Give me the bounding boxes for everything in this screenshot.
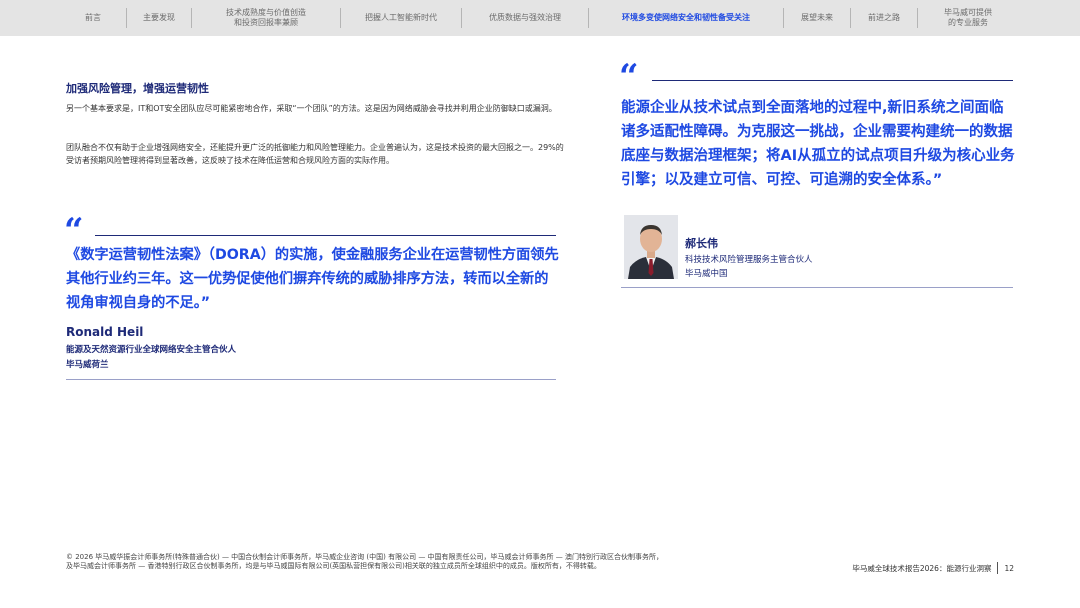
nav-tab-label: 把握人工智能新时代 xyxy=(365,13,437,22)
nav-tab-cybersecurity[interactable]: 环境多变使网络安全和韧性备受关注 xyxy=(589,0,783,36)
pull-quote: 能源企业从技术试点到全面落地的过程中,新旧系统之间面临诸多适配性障碍。为克服这一… xyxy=(621,100,1015,188)
quote-author-name: Ronald Heil xyxy=(66,325,144,339)
quote-divider xyxy=(652,80,1013,81)
quote-author-title: 科技技术风险管理服务主管合伙人 xyxy=(685,255,813,265)
quote-bottom-divider xyxy=(66,379,556,380)
copyright-notice: © 2026 毕马威华振会计师事务所(特殊普通合伙) — 中国合伙制会计师事务所… xyxy=(66,553,663,570)
footer-report-info: 毕马威全球技术报告2026：能源行业洞察 12 xyxy=(852,562,1014,574)
body-paragraph: 另一个基本要求是，IT和OT安全团队应尽可能紧密地合作，采取“一个团队”的方法。… xyxy=(66,104,557,113)
quote-author-org: 毕马威中国 xyxy=(685,269,728,279)
nav-tab-label: 环境多变使网络安全和韧性备受关注 xyxy=(622,13,750,22)
report-title: 毕马威全球技术报告2026：能源行业洞察 xyxy=(852,563,992,573)
author-portrait xyxy=(624,215,678,279)
nav-tab-outlook[interactable]: 展望未来 xyxy=(784,0,850,36)
nav-tab-way-forward[interactable]: 前进之路 xyxy=(851,0,917,36)
quote-bottom-divider xyxy=(621,287,1013,288)
quote-author-org: 毕马威荷兰 xyxy=(66,360,109,370)
nav-tab-key-findings[interactable]: 主要发现 xyxy=(127,0,191,36)
nav-tab-data-governance[interactable]: 优质数据与强效治理 xyxy=(462,0,588,36)
nav-tab-services[interactable]: 毕马威可提供 的专业服务 xyxy=(918,0,1018,36)
nav-tab-label: 前进之路 xyxy=(868,13,900,22)
nav-tab-tech-maturity[interactable]: 技术成熟度与价值创造 和投资回报率兼顾 xyxy=(192,0,340,36)
nav-tab-label: 毕马威可提供 的专业服务 xyxy=(944,8,992,27)
quote-author-name: 郝长伟 xyxy=(685,237,718,250)
nav-tab-ai-era[interactable]: 把握人工智能新时代 xyxy=(341,0,461,36)
nav-tab-label: 技术成熟度与价值创造 和投资回报率兼顾 xyxy=(226,8,306,27)
section-heading: 加强风险管理，增强运营韧性 xyxy=(66,82,209,95)
quote-author-title: 能源及天然资源行业全球网络安全主管合伙人 xyxy=(66,345,237,355)
nav-tab-label: 展望未来 xyxy=(801,13,833,22)
top-navigation: 前言 主要发现 技术成熟度与价值创造 和投资回报率兼顾 把握人工智能新时代 优质… xyxy=(0,0,1080,36)
pull-quote: 《数字运营韧性法案》（DORA）的实施，使金融服务企业在运营韧性方面领先其他行业… xyxy=(66,247,559,311)
footer-divider xyxy=(997,562,999,574)
quote-divider xyxy=(95,235,556,236)
page-number: 12 xyxy=(1004,563,1014,573)
quote-mark-icon: “ xyxy=(619,57,639,97)
portrait-illustration xyxy=(624,215,678,279)
nav-tab-label: 前言 xyxy=(85,13,101,22)
nav-tab-label: 优质数据与强效治理 xyxy=(489,13,561,22)
body-paragraph: 团队融合不仅有助于企业增强网络安全，还能提升更广泛的抵御能力和风险管理能力。企业… xyxy=(66,143,564,165)
nav-tab-label: 主要发现 xyxy=(143,13,175,22)
nav-tab-preface[interactable]: 前言 xyxy=(60,0,126,36)
